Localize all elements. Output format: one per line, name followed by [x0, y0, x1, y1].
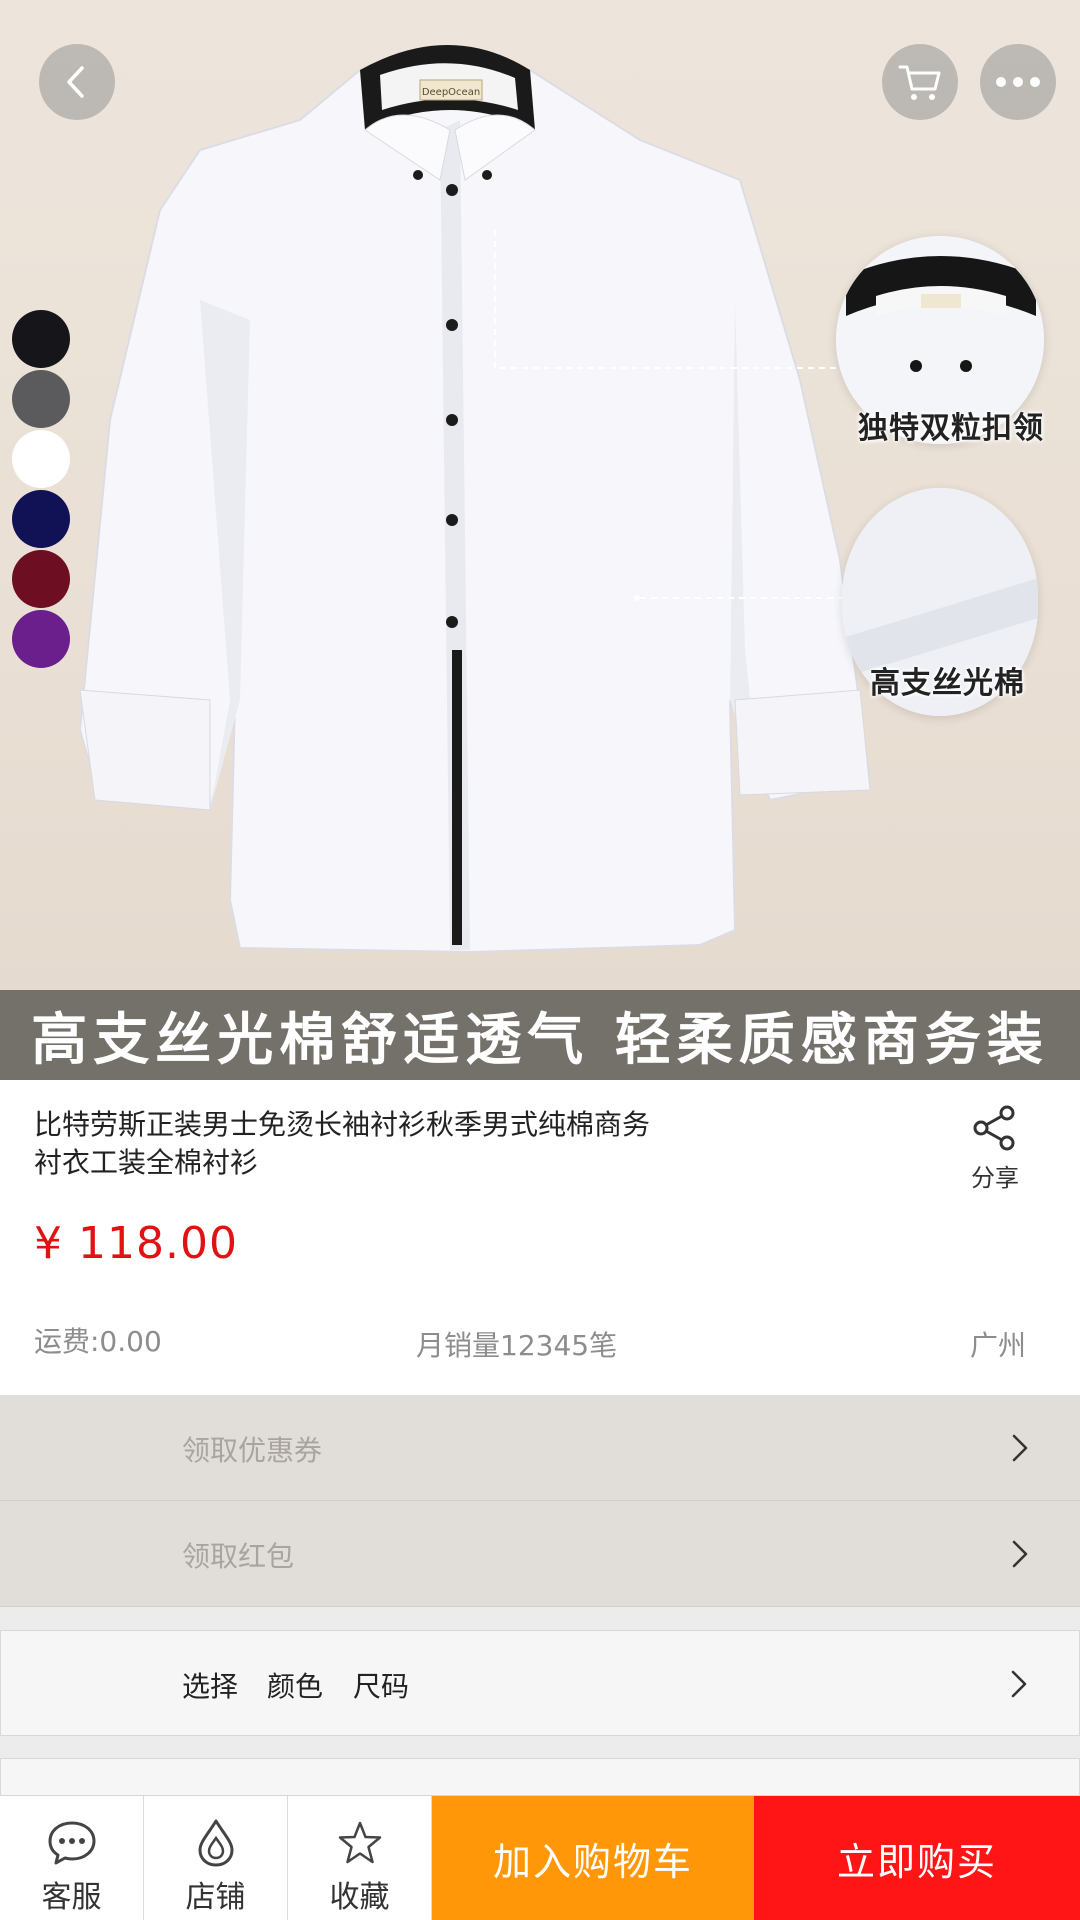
- product-title: 比特劳斯正装男士免烫长袖衬衫秋季男式纯棉商务衬衣工装全棉衬衫: [34, 1108, 651, 1179]
- color-swatch-list: [12, 310, 72, 670]
- share-button[interactable]: 分享: [960, 1104, 1030, 1193]
- swatch-white[interactable]: [12, 430, 70, 488]
- add-to-cart-button[interactable]: 加入购物车: [432, 1796, 754, 1920]
- favorite-tab[interactable]: 收藏: [288, 1796, 432, 1920]
- coupon-label: 领取优惠券: [182, 1434, 323, 1467]
- shop-drop-icon: [198, 1819, 233, 1867]
- favorite-label: 收藏: [329, 1880, 390, 1915]
- cart-icon: [898, 65, 941, 100]
- service-label: 客服: [41, 1880, 102, 1915]
- bottom-action-bar: 客服 店铺 收藏 加入购物车 立即购买: [0, 1795, 1080, 1920]
- chevron-right-icon: [1012, 1540, 1028, 1568]
- chevron-right-icon: [1012, 1434, 1028, 1462]
- swatch-navy[interactable]: [12, 490, 70, 548]
- chat-bubble-icon: [48, 1821, 95, 1865]
- red-packet-row[interactable]: 领取红包: [0, 1501, 1080, 1607]
- promo-banner: 高支丝光棉舒适透气 轻柔质感商务装: [0, 990, 1080, 1080]
- product-detail-page: DeepOcean 独特双粒扣领 高支丝光棉 高支丝光棉舒适透气 轻柔质感商务装…: [0, 0, 1080, 1920]
- customer-service-tab[interactable]: 客服: [0, 1796, 144, 1920]
- coupon-row[interactable]: 领取优惠券: [0, 1395, 1080, 1501]
- swatch-purple[interactable]: [12, 610, 70, 668]
- collar-detail-label: 独特双粒扣领: [858, 411, 1044, 446]
- product-price: ¥ 118.00: [34, 1218, 238, 1269]
- share-icon: [973, 1105, 1015, 1151]
- back-button[interactable]: [39, 44, 115, 120]
- product-image-carousel[interactable]: DeepOcean 独特双粒扣领 高支丝光棉 高支丝光棉舒适透气 轻柔质感商务装: [0, 0, 1080, 1080]
- select-label: 选择: [182, 1670, 239, 1703]
- select-color-label: 颜色: [267, 1670, 324, 1703]
- chevron-left-icon: [67, 66, 84, 98]
- fabric-detail-label: 高支丝光棉: [870, 666, 1025, 701]
- chevron-right-icon: [1011, 1670, 1027, 1698]
- swatch-burgundy[interactable]: [12, 550, 70, 608]
- red-packet-label: 领取红包: [182, 1540, 295, 1573]
- swatch-black[interactable]: [12, 310, 70, 368]
- product-info-section: 比特劳斯正装男士免烫长袖衬衫秋季男式纯棉商务衬衣工装全棉衬衫 分享 ¥ 118.…: [0, 1080, 1080, 1395]
- star-icon: [338, 1821, 381, 1864]
- more-button[interactable]: [980, 44, 1056, 120]
- ship-location: 广州: [969, 1329, 1026, 1362]
- cart-button[interactable]: [882, 44, 958, 120]
- share-label: 分享: [971, 1164, 1019, 1192]
- monthly-sales: 月销量12345笔: [416, 1329, 618, 1362]
- shipping-fee: 运费:0.00: [34, 1325, 162, 1358]
- select-size-label: 尺码: [353, 1670, 410, 1703]
- swatch-gray[interactable]: [12, 370, 70, 428]
- shop-label: 店铺: [185, 1880, 246, 1915]
- buy-now-button[interactable]: 立即购买: [754, 1796, 1080, 1920]
- shop-tab[interactable]: 店铺: [144, 1796, 288, 1920]
- more-dots-icon: [996, 77, 1040, 87]
- sku-select-row[interactable]: 选择 颜色 尺码: [0, 1630, 1080, 1736]
- brand-tag: DeepOcean: [422, 87, 480, 98]
